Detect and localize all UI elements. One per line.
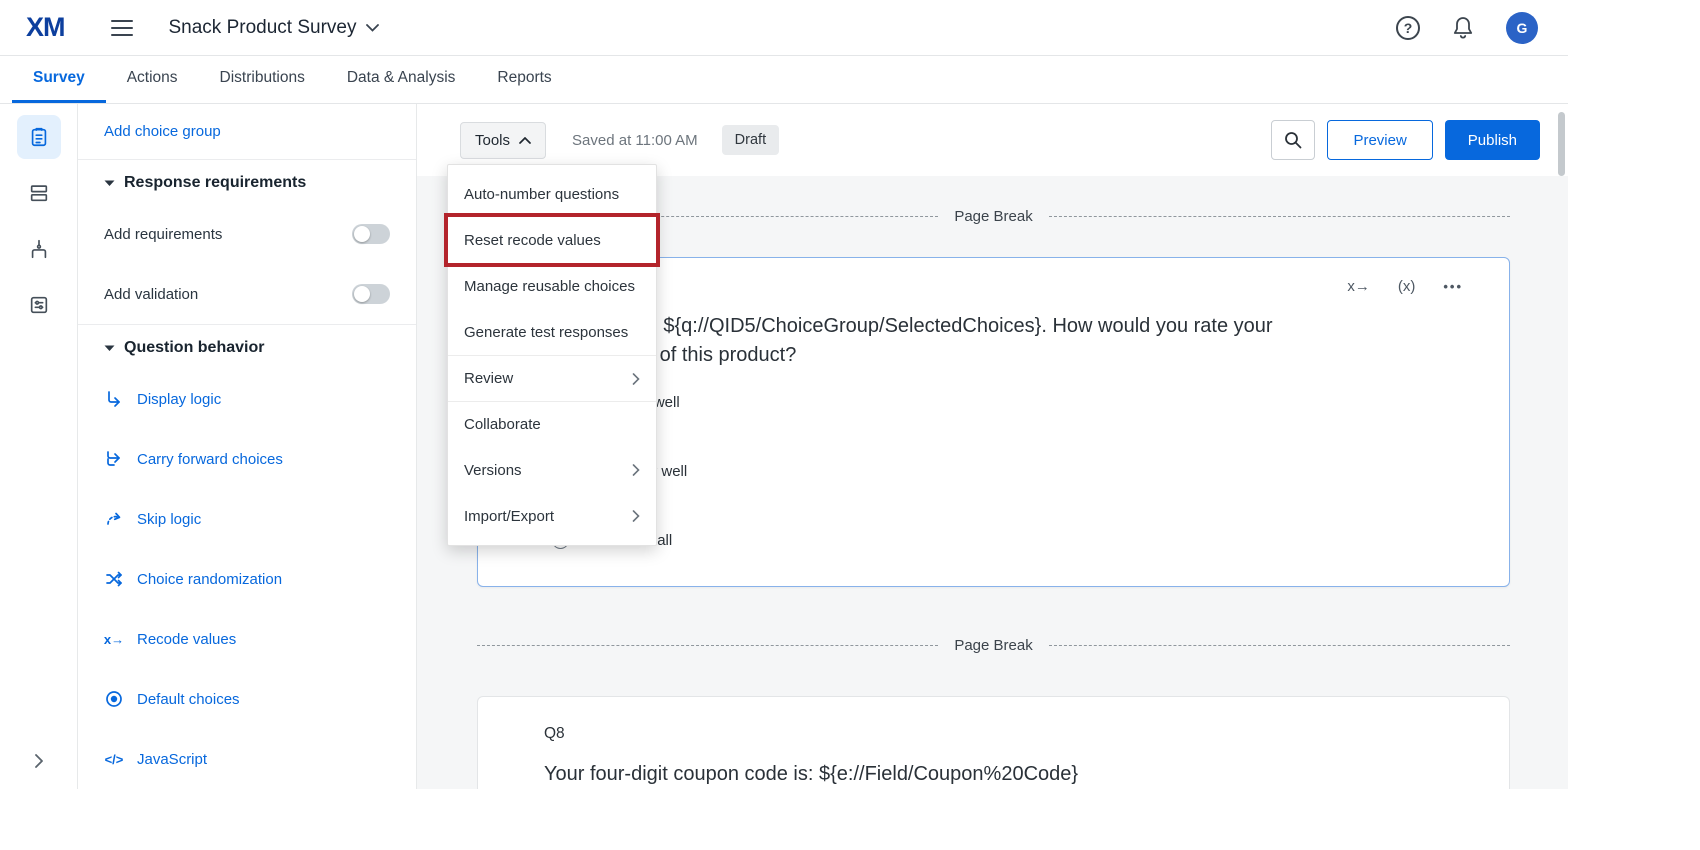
caret-down-icon xyxy=(104,180,115,187)
response-requirements-header[interactable]: Response requirements xyxy=(78,160,416,204)
sidebar-item-skip-logic[interactable]: Skip logic xyxy=(78,489,416,549)
page-break: Page Break xyxy=(477,637,1510,654)
blocks-icon[interactable] xyxy=(17,171,61,215)
menu-item-collaborate[interactable]: Collaborate xyxy=(448,401,656,447)
draft-badge: Draft xyxy=(722,125,779,155)
left-icon-rail xyxy=(0,104,78,789)
page-break-label: Page Break xyxy=(954,637,1032,654)
top-bar-actions: ? G xyxy=(1396,12,1538,44)
hamburger-menu-icon[interactable] xyxy=(111,19,133,37)
tab-data-analysis[interactable]: Data & Analysis xyxy=(326,56,477,103)
survey-options-icon[interactable] xyxy=(17,283,61,327)
sidebar-item-display-logic[interactable]: Display logic xyxy=(78,369,416,429)
app-window: XM Snack Product Survey ? G Survey Actio… xyxy=(0,0,1568,790)
shuffle-icon xyxy=(104,570,124,588)
menu-item-import-export[interactable]: Import/Export xyxy=(448,493,656,539)
submenu-chevron-icon xyxy=(632,510,640,522)
toolbar-actions: Preview Publish xyxy=(1271,120,1540,160)
survey-builder-icon[interactable] xyxy=(17,115,61,159)
question-options: Extremely well Moderately well Not well … xyxy=(552,394,1509,549)
add-choice-group-link[interactable]: Add choice group xyxy=(104,123,221,140)
code-icon: </> xyxy=(104,752,124,767)
survey-flow-icon[interactable] xyxy=(17,227,61,271)
primary-nav-tabs: Survey Actions Distributions Data & Anal… xyxy=(0,56,1568,104)
add-choice-group-row: Add choice group xyxy=(78,104,416,160)
survey-title: Snack Product Survey xyxy=(169,17,357,39)
xm-logo: XM xyxy=(26,12,65,43)
expand-rail-chevron-icon[interactable] xyxy=(34,753,44,769)
piped-text-icon[interactable]: (x) xyxy=(1398,278,1416,295)
skip-logic-icon xyxy=(104,510,124,528)
sidebar-item-recode-values[interactable]: x→ Recode values xyxy=(78,609,416,669)
top-bar: XM Snack Product Survey ? G xyxy=(0,0,1568,56)
search-button[interactable] xyxy=(1271,120,1315,160)
choice-option[interactable]: Extremely well xyxy=(552,394,1509,411)
tab-survey[interactable]: Survey xyxy=(12,56,106,103)
question-card-q8[interactable]: Q8 Your four-digit coupon code is: ${e:/… xyxy=(477,696,1510,789)
tab-actions[interactable]: Actions xyxy=(106,56,199,103)
menu-item-generate-test-responses[interactable]: Generate test responses xyxy=(448,309,656,355)
tab-reports[interactable]: Reports xyxy=(476,56,572,103)
tab-distributions[interactable]: Distributions xyxy=(199,56,326,103)
sidebar-item-choice-randomization[interactable]: Choice randomization xyxy=(78,549,416,609)
publish-button[interactable]: Publish xyxy=(1445,120,1540,160)
recode-values-indicator-icon[interactable]: x→ xyxy=(1347,278,1370,295)
question-editing-sidebar: Add choice group Response requirements A… xyxy=(78,104,417,789)
question-text[interactable]: Your four-digit coupon code is: ${e://Fi… xyxy=(544,763,1509,786)
survey-title-dropdown[interactable]: Snack Product Survey xyxy=(169,17,380,39)
menu-item-reset-recode-values[interactable]: Reset recode values xyxy=(448,217,656,263)
scrollbar-thumb[interactable] xyxy=(1558,112,1565,176)
add-validation-row: Add validation xyxy=(78,264,416,324)
choice-option[interactable]: Moderately well xyxy=(552,463,1509,480)
search-icon xyxy=(1284,131,1302,149)
question-behavior-header[interactable]: Question behavior xyxy=(78,325,416,369)
menu-item-versions[interactable]: Versions xyxy=(448,447,656,493)
help-icon[interactable]: ? xyxy=(1396,16,1420,40)
menu-item-auto-number-questions[interactable]: Auto-number questions xyxy=(448,171,656,217)
chevron-up-icon xyxy=(519,137,531,144)
submenu-chevron-icon xyxy=(632,373,640,385)
body-row: Add choice group Response requirements A… xyxy=(0,104,1568,789)
more-options-icon[interactable]: ••• xyxy=(1443,279,1463,294)
saved-status: Saved at 11:00 AM xyxy=(572,132,698,149)
display-logic-icon xyxy=(104,390,124,408)
question-number: Q8 xyxy=(544,725,1509,743)
sidebar-item-javascript[interactable]: </> JavaScript xyxy=(78,729,416,789)
add-requirements-toggle[interactable] xyxy=(352,224,390,244)
add-requirements-label: Add requirements xyxy=(104,226,222,243)
recode-values-icon: x→ xyxy=(104,632,124,647)
page-break-label: Page Break xyxy=(954,208,1032,225)
choice-option[interactable]: Not well at all xyxy=(552,532,1509,549)
chevron-down-icon xyxy=(366,24,379,32)
preview-button[interactable]: Preview xyxy=(1327,120,1432,160)
notifications-bell-icon[interactable] xyxy=(1452,16,1474,40)
tools-menu-button[interactable]: Tools xyxy=(460,122,546,159)
add-requirements-row: Add requirements xyxy=(78,204,416,264)
sidebar-item-carry-forward-choices[interactable]: Carry forward choices xyxy=(78,429,416,489)
question-text[interactable]: You selected ${q://QID5/ChoiceGroup/Sele… xyxy=(544,312,1319,370)
default-choices-icon xyxy=(104,690,124,708)
tools-dropdown-menu: Auto-number questions Reset recode value… xyxy=(447,164,657,546)
carry-forward-icon xyxy=(104,450,124,468)
sidebar-item-default-choices[interactable]: Default choices xyxy=(78,669,416,729)
screen: { "header": { "logo_text": "XM", "survey… xyxy=(0,0,1700,850)
user-avatar[interactable]: G xyxy=(1506,12,1538,44)
caret-down-icon xyxy=(104,345,115,352)
submenu-chevron-icon xyxy=(632,464,640,476)
question-quick-icons: x→ (x) ••• xyxy=(1347,278,1463,295)
add-validation-label: Add validation xyxy=(104,286,198,303)
add-validation-toggle[interactable] xyxy=(352,284,390,304)
menu-item-review[interactable]: Review xyxy=(448,355,656,401)
menu-item-manage-reusable-choices[interactable]: Manage reusable choices xyxy=(448,263,656,309)
